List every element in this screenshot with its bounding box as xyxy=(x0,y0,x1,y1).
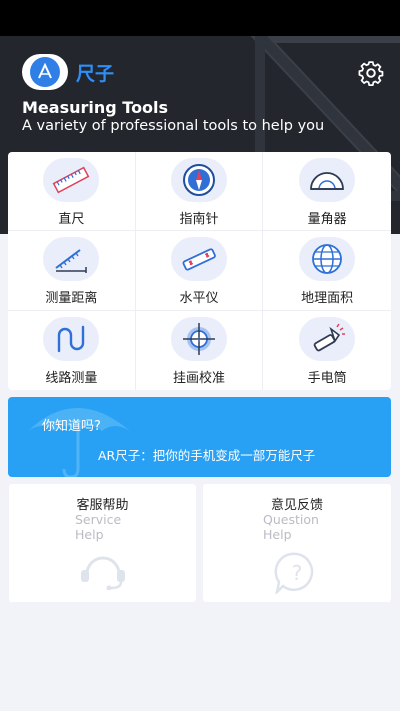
tool-picture-calibration[interactable]: + 挂画校准 xyxy=(136,310,264,390)
tip-banner[interactable]: 你知道吗? AR尺子：把你的手机变成一部万能尺子 xyxy=(8,397,391,477)
tool-label: 挂画校准 xyxy=(172,370,225,386)
feedback-card[interactable]: 意见反馈 Question Help ? xyxy=(203,484,391,602)
tool-label: 手电筒 xyxy=(307,370,347,386)
tool-distance[interactable]: 测量距离 xyxy=(8,231,136,311)
app-logo: 尺子 xyxy=(22,54,114,90)
tool-route[interactable]: 线路测量 xyxy=(8,310,136,390)
brand-name: 尺子 xyxy=(76,62,115,85)
headset-icon xyxy=(80,556,125,590)
banner-question: 你知道吗? xyxy=(42,419,101,434)
tool-geo-area[interactable]: 地理面积 xyxy=(263,231,391,311)
tool-label: 水平仪 xyxy=(179,291,219,307)
tool-label: 指南针 xyxy=(179,212,219,227)
tool-label: 测量距离 xyxy=(45,291,98,307)
page-title: Measuring Tools xyxy=(22,98,169,117)
tool-label: 线路测量 xyxy=(45,370,98,386)
protractor-icon xyxy=(299,158,356,202)
card-subtitle: Service Help xyxy=(75,512,122,542)
tool-protractor[interactable]: 量角器 xyxy=(263,152,391,232)
route-icon xyxy=(43,316,100,361)
ruler-icon xyxy=(43,158,100,202)
tool-label: 直尺 xyxy=(58,212,85,227)
tool-label: 地理面积 xyxy=(301,291,354,307)
question-icon: ? xyxy=(274,552,314,594)
settings-button[interactable] xyxy=(356,58,386,88)
tool-ruler[interactable]: 直尺 xyxy=(8,152,136,232)
tool-level[interactable]: 水平仪 xyxy=(135,231,264,311)
distance-measure-icon xyxy=(43,237,100,282)
svg-text:?: ? xyxy=(292,561,303,585)
tool-label: 量角器 xyxy=(307,212,347,227)
svg-text:+: + xyxy=(196,335,203,344)
card-title: 客服帮助 xyxy=(76,498,129,513)
status-bar xyxy=(0,0,400,36)
flashlight-icon xyxy=(299,316,356,361)
ruler-logo-icon xyxy=(22,54,68,90)
target-icon: + xyxy=(170,316,227,361)
tool-compass[interactable]: 指南针 xyxy=(135,152,264,232)
tool-flashlight[interactable]: 手电筒 xyxy=(263,311,391,390)
gear-icon xyxy=(358,61,384,86)
level-icon xyxy=(170,237,227,282)
banner-text: AR尺子：把你的手机变成一部万能尺子 xyxy=(98,448,316,463)
globe-icon xyxy=(299,237,356,282)
service-help-card[interactable]: 客服帮助 Service Help xyxy=(9,484,196,602)
card-subtitle: Question Help xyxy=(263,512,319,542)
page-subtitle: A variety of professional tools to help … xyxy=(22,118,325,134)
card-title: 意见反馈 xyxy=(270,498,323,513)
tools-grid: 直尺 指南针 量角器 测量距离 水平仪 地理面积 线路测量 + 挂画校准 手电筒 xyxy=(8,152,391,390)
compass-icon xyxy=(170,158,227,202)
